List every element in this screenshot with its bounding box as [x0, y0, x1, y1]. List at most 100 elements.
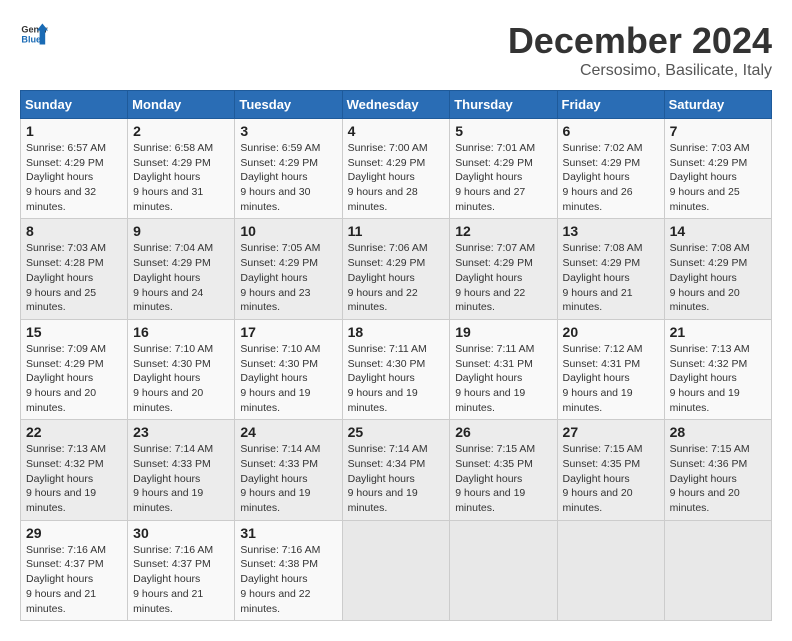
day-number: 11 [348, 223, 445, 239]
calendar-cell [342, 520, 450, 620]
calendar-week-row: 15 Sunrise: 7:09 AM Sunset: 4:29 PM Dayl… [21, 319, 772, 419]
day-info: Sunrise: 7:15 AM Sunset: 4:35 PM Dayligh… [563, 442, 659, 515]
day-number: 31 [240, 525, 336, 541]
calendar-table: SundayMondayTuesdayWednesdayThursdayFrid… [20, 90, 772, 621]
calendar-cell: 10 Sunrise: 7:05 AM Sunset: 4:29 PM Dayl… [235, 219, 342, 319]
day-info: Sunrise: 7:00 AM Sunset: 4:29 PM Dayligh… [348, 141, 445, 214]
calendar-cell: 18 Sunrise: 7:11 AM Sunset: 4:30 PM Dayl… [342, 319, 450, 419]
svg-text:Blue: Blue [21, 34, 41, 44]
day-info: Sunrise: 7:16 AM Sunset: 4:37 PM Dayligh… [26, 543, 122, 616]
day-info: Sunrise: 7:16 AM Sunset: 4:37 PM Dayligh… [133, 543, 229, 616]
day-info: Sunrise: 7:02 AM Sunset: 4:29 PM Dayligh… [563, 141, 659, 214]
day-info: Sunrise: 7:14 AM Sunset: 4:33 PM Dayligh… [133, 442, 229, 515]
calendar-cell: 19 Sunrise: 7:11 AM Sunset: 4:31 PM Dayl… [450, 319, 557, 419]
calendar-cell [557, 520, 664, 620]
col-header-thursday: Thursday [450, 91, 557, 119]
calendar-cell: 23 Sunrise: 7:14 AM Sunset: 4:33 PM Dayl… [128, 420, 235, 520]
day-number: 12 [455, 223, 551, 239]
calendar-cell: 12 Sunrise: 7:07 AM Sunset: 4:29 PM Dayl… [450, 219, 557, 319]
day-number: 26 [455, 424, 551, 440]
day-info: Sunrise: 7:03 AM Sunset: 4:28 PM Dayligh… [26, 241, 122, 314]
col-header-wednesday: Wednesday [342, 91, 450, 119]
calendar-week-row: 22 Sunrise: 7:13 AM Sunset: 4:32 PM Dayl… [21, 420, 772, 520]
calendar-cell: 5 Sunrise: 7:01 AM Sunset: 4:29 PM Dayli… [450, 119, 557, 219]
logo: General Blue [20, 20, 48, 48]
day-number: 27 [563, 424, 659, 440]
col-header-friday: Friday [557, 91, 664, 119]
calendar-cell: 13 Sunrise: 7:08 AM Sunset: 4:29 PM Dayl… [557, 219, 664, 319]
day-number: 25 [348, 424, 445, 440]
calendar-cell: 29 Sunrise: 7:16 AM Sunset: 4:37 PM Dayl… [21, 520, 128, 620]
calendar-cell: 7 Sunrise: 7:03 AM Sunset: 4:29 PM Dayli… [664, 119, 771, 219]
calendar-cell: 4 Sunrise: 7:00 AM Sunset: 4:29 PM Dayli… [342, 119, 450, 219]
day-info: Sunrise: 7:03 AM Sunset: 4:29 PM Dayligh… [670, 141, 766, 214]
calendar-cell: 6 Sunrise: 7:02 AM Sunset: 4:29 PM Dayli… [557, 119, 664, 219]
day-info: Sunrise: 7:01 AM Sunset: 4:29 PM Dayligh… [455, 141, 551, 214]
day-number: 3 [240, 123, 336, 139]
day-number: 29 [26, 525, 122, 541]
day-number: 21 [670, 324, 766, 340]
day-info: Sunrise: 7:15 AM Sunset: 4:36 PM Dayligh… [670, 442, 766, 515]
day-number: 30 [133, 525, 229, 541]
day-number: 14 [670, 223, 766, 239]
col-header-sunday: Sunday [21, 91, 128, 119]
day-info: Sunrise: 7:15 AM Sunset: 4:35 PM Dayligh… [455, 442, 551, 515]
calendar-cell: 8 Sunrise: 7:03 AM Sunset: 4:28 PM Dayli… [21, 219, 128, 319]
day-info: Sunrise: 7:14 AM Sunset: 4:34 PM Dayligh… [348, 442, 445, 515]
calendar-cell: 11 Sunrise: 7:06 AM Sunset: 4:29 PM Dayl… [342, 219, 450, 319]
calendar-cell: 25 Sunrise: 7:14 AM Sunset: 4:34 PM Dayl… [342, 420, 450, 520]
day-number: 18 [348, 324, 445, 340]
calendar-cell: 2 Sunrise: 6:58 AM Sunset: 4:29 PM Dayli… [128, 119, 235, 219]
calendar-cell: 17 Sunrise: 7:10 AM Sunset: 4:30 PM Dayl… [235, 319, 342, 419]
day-number: 13 [563, 223, 659, 239]
calendar-cell [450, 520, 557, 620]
location-title: Cersosimo, Basilicate, Italy [508, 62, 772, 80]
calendar-cell: 15 Sunrise: 7:09 AM Sunset: 4:29 PM Dayl… [21, 319, 128, 419]
title-area: December 2024 Cersosimo, Basilicate, Ita… [508, 20, 772, 80]
calendar-cell: 3 Sunrise: 6:59 AM Sunset: 4:29 PM Dayli… [235, 119, 342, 219]
day-number: 1 [26, 123, 122, 139]
day-number: 17 [240, 324, 336, 340]
day-number: 7 [670, 123, 766, 139]
day-number: 19 [455, 324, 551, 340]
day-number: 16 [133, 324, 229, 340]
day-info: Sunrise: 7:08 AM Sunset: 4:29 PM Dayligh… [563, 241, 659, 314]
day-info: Sunrise: 7:06 AM Sunset: 4:29 PM Dayligh… [348, 241, 445, 314]
calendar-cell: 14 Sunrise: 7:08 AM Sunset: 4:29 PM Dayl… [664, 219, 771, 319]
calendar-header-row: SundayMondayTuesdayWednesdayThursdayFrid… [21, 91, 772, 119]
day-number: 4 [348, 123, 445, 139]
calendar-cell: 9 Sunrise: 7:04 AM Sunset: 4:29 PM Dayli… [128, 219, 235, 319]
day-info: Sunrise: 7:10 AM Sunset: 4:30 PM Dayligh… [240, 342, 336, 415]
day-info: Sunrise: 7:09 AM Sunset: 4:29 PM Dayligh… [26, 342, 122, 415]
day-number: 24 [240, 424, 336, 440]
day-info: Sunrise: 7:13 AM Sunset: 4:32 PM Dayligh… [26, 442, 122, 515]
day-number: 22 [26, 424, 122, 440]
calendar-cell: 22 Sunrise: 7:13 AM Sunset: 4:32 PM Dayl… [21, 420, 128, 520]
col-header-saturday: Saturday [664, 91, 771, 119]
day-number: 6 [563, 123, 659, 139]
day-info: Sunrise: 7:08 AM Sunset: 4:29 PM Dayligh… [670, 241, 766, 314]
day-info: Sunrise: 7:10 AM Sunset: 4:30 PM Dayligh… [133, 342, 229, 415]
day-number: 28 [670, 424, 766, 440]
day-info: Sunrise: 7:16 AM Sunset: 4:38 PM Dayligh… [240, 543, 336, 616]
day-info: Sunrise: 7:07 AM Sunset: 4:29 PM Dayligh… [455, 241, 551, 314]
header: General Blue December 2024 Cersosimo, Ba… [20, 20, 772, 80]
logo-icon: General Blue [20, 20, 48, 48]
calendar-cell: 30 Sunrise: 7:16 AM Sunset: 4:37 PM Dayl… [128, 520, 235, 620]
day-info: Sunrise: 7:04 AM Sunset: 4:29 PM Dayligh… [133, 241, 229, 314]
calendar-week-row: 8 Sunrise: 7:03 AM Sunset: 4:28 PM Dayli… [21, 219, 772, 319]
calendar-cell: 31 Sunrise: 7:16 AM Sunset: 4:38 PM Dayl… [235, 520, 342, 620]
day-info: Sunrise: 7:13 AM Sunset: 4:32 PM Dayligh… [670, 342, 766, 415]
calendar-cell: 24 Sunrise: 7:14 AM Sunset: 4:33 PM Dayl… [235, 420, 342, 520]
day-number: 10 [240, 223, 336, 239]
day-number: 8 [26, 223, 122, 239]
day-number: 2 [133, 123, 229, 139]
day-info: Sunrise: 7:11 AM Sunset: 4:30 PM Dayligh… [348, 342, 445, 415]
col-header-tuesday: Tuesday [235, 91, 342, 119]
calendar-cell: 16 Sunrise: 7:10 AM Sunset: 4:30 PM Dayl… [128, 319, 235, 419]
day-number: 23 [133, 424, 229, 440]
day-info: Sunrise: 6:57 AM Sunset: 4:29 PM Dayligh… [26, 141, 122, 214]
day-number: 15 [26, 324, 122, 340]
day-number: 5 [455, 123, 551, 139]
month-title: December 2024 [508, 20, 772, 62]
